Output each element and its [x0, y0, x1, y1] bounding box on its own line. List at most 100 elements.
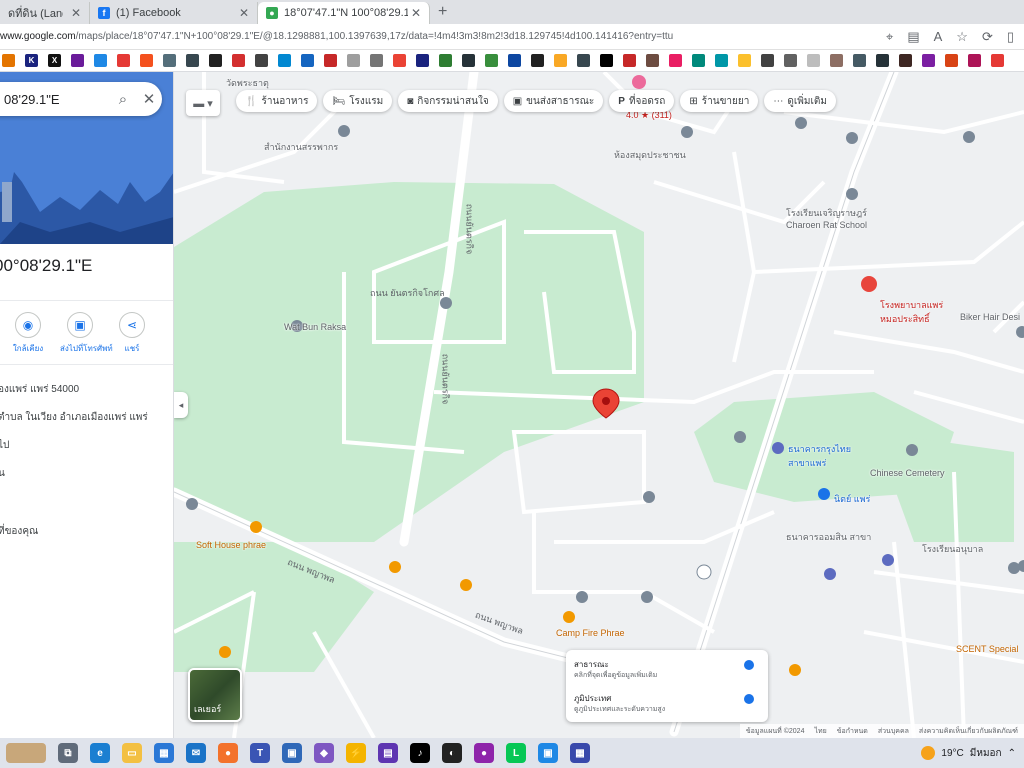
chip-transit[interactable]: ▣ ขนส่งสาธารณะ: [503, 90, 604, 112]
toggle-public[interactable]: สาธารณะ คลิกที่จุดเพื่อดูข้อมูลเพิ่มเติม: [574, 652, 760, 686]
bookmark-icon[interactable]: [922, 54, 935, 67]
search-input[interactable]: 08'29.1"E: [4, 92, 110, 107]
close-icon[interactable]: ✕: [411, 6, 421, 20]
poi-hospital[interactable]: โรงพยาบาลแพร่ หมอประสิทธิ์: [880, 298, 943, 326]
bookmark-icon[interactable]: [876, 54, 889, 67]
share-button[interactable]: ⋖ แชร์: [112, 312, 152, 355]
app-icon[interactable]: ▣: [282, 743, 302, 763]
widget-icon[interactable]: [6, 743, 46, 763]
bookmark-icon[interactable]: [301, 54, 314, 67]
info-line[interactable]: ที่ของคุณ: [0, 524, 38, 539]
read-aloud-icon[interactable]: A: [934, 29, 943, 45]
search-icon[interactable]: ⌕: [110, 91, 136, 108]
bookmark-icon[interactable]: [278, 54, 291, 67]
tiktok-icon[interactable]: ♪: [410, 743, 430, 763]
chip-restaurant[interactable]: 🍴 ร้านอาหาร: [236, 90, 318, 112]
new-tab-button[interactable]: +: [438, 2, 447, 24]
bookmark-icon[interactable]: [646, 54, 659, 67]
chevron-up-icon[interactable]: ⌃: [1008, 748, 1016, 759]
chip-pharmacy[interactable]: ⊞ ร้านขายยา: [680, 90, 759, 112]
poi-camp-fire[interactable]: Camp Fire Phrae: [556, 628, 625, 638]
toggle-indicator[interactable]: [744, 694, 754, 704]
poi-office[interactable]: สำนักงานสรรพากร: [264, 140, 338, 154]
refresh-icon[interactable]: ⟳: [982, 29, 993, 45]
poi-temple[interactable]: วัดพระธาตุ: [226, 76, 269, 90]
temperature[interactable]: 19°C: [941, 748, 963, 759]
bookmark-icon[interactable]: [830, 54, 843, 67]
poi-school-right[interactable]: โรงเรียนอนุบาล: [922, 542, 983, 556]
app-icon[interactable]: ▤: [378, 743, 398, 763]
bookmark-icon[interactable]: [945, 54, 958, 67]
send-to-phone-button[interactable]: ▣ ส่งไปที่โทรศัพท์: [60, 312, 113, 355]
search-bar[interactable]: 08'29.1"E ⌕ ✕: [0, 82, 162, 116]
bookmark-icon[interactable]: [393, 54, 406, 67]
tab-maps[interactable]: ● 18°07'47.1"N 100°08'29.1"E - Go ✕: [258, 2, 430, 24]
bookmark-icon[interactable]: [968, 54, 981, 67]
footer-feedback[interactable]: ส่งความคิดเห็นเกี่ยวกับผลิตภัณฑ์: [919, 726, 1018, 737]
bookmark-icon[interactable]: [508, 54, 521, 67]
chip-hotel[interactable]: 🛏 โรงแรม: [323, 90, 393, 112]
firefox-icon[interactable]: ●: [218, 743, 238, 763]
bookmark-icon[interactable]: [370, 54, 383, 67]
bookmark-icon[interactable]: [255, 54, 268, 67]
file-explorer-icon[interactable]: ▭: [122, 743, 142, 763]
chip-parking[interactable]: P ที่จอดรถ: [609, 90, 675, 112]
store-icon[interactable]: ▦: [154, 743, 174, 763]
info-line[interactable]: น: [0, 466, 5, 481]
bookmark-icon[interactable]: [761, 54, 774, 67]
address-bar[interactable]: www.google.com/maps/place/18°07'47.1"N+1…: [0, 24, 1024, 50]
chip-more[interactable]: ⋯ ดูเพิ่มเติม: [764, 90, 836, 112]
poi-scent[interactable]: SCENT Special: [956, 644, 1018, 654]
weather-text[interactable]: มีหมอก: [970, 746, 1002, 761]
location-line[interactable]: ตำบล ในเวียง อำเภอเมืองแพร่ แพร่: [0, 410, 148, 425]
bookmark-icon[interactable]: [439, 54, 452, 67]
bookmark-icon[interactable]: [692, 54, 705, 67]
bookmark-icon[interactable]: [117, 54, 130, 67]
toggle-indicator[interactable]: [744, 660, 754, 670]
bookmark-icon[interactable]: [899, 54, 912, 67]
bookmark-icon[interactable]: [577, 54, 590, 67]
poi-pomelo[interactable]: นิตย์ แพร่: [834, 492, 870, 506]
bookmark-icon[interactable]: [807, 54, 820, 67]
favorite-star-icon[interactable]: ☆: [956, 29, 968, 45]
info-line[interactable]: ไป: [0, 438, 9, 453]
bookmark-icon[interactable]: X: [48, 54, 61, 67]
app-icon[interactable]: ▦: [570, 743, 590, 763]
bookmark-icon[interactable]: [853, 54, 866, 67]
poi-gsb-bank[interactable]: ธนาคารออมสิน สาขา: [786, 530, 871, 544]
bookmark-icon[interactable]: [140, 54, 153, 67]
footer-privacy[interactable]: ส่วนบุคคล: [878, 726, 909, 737]
mail-icon[interactable]: ✉: [186, 743, 206, 763]
poi-soft-house[interactable]: Soft House phrae: [196, 540, 266, 550]
bookmark-icon[interactable]: [232, 54, 245, 67]
bookmark-icon[interactable]: [991, 54, 1004, 67]
poi-krungthai[interactable]: ธนาคารกรุงไทย สาขาแพร่: [788, 442, 851, 470]
bookmark-icon[interactable]: [416, 54, 429, 67]
close-icon[interactable]: ✕: [239, 6, 249, 20]
split-screen-icon[interactable]: ▯: [1007, 29, 1014, 45]
bookmark-icon[interactable]: [600, 54, 613, 67]
collapse-panel-button[interactable]: ◂: [174, 392, 188, 418]
edge-icon[interactable]: e: [90, 743, 110, 763]
reader-mode-icon[interactable]: ▤: [907, 29, 919, 45]
app-icon[interactable]: ●: [474, 743, 494, 763]
tab-facebook[interactable]: f (1) Facebook ✕: [90, 2, 258, 24]
line-icon[interactable]: L: [506, 743, 526, 763]
app-icon[interactable]: ⚡: [346, 743, 366, 763]
location-icon[interactable]: ⌖: [886, 29, 893, 45]
task-view-icon[interactable]: ⧉: [58, 743, 78, 763]
poi-library[interactable]: ห้องสมุดประชาชน: [614, 148, 686, 162]
bookmark-icon[interactable]: [462, 54, 475, 67]
app-icon[interactable]: ◐: [442, 743, 462, 763]
nearby-button[interactable]: ◉ ใกล้เคียง: [8, 312, 48, 355]
bookmark-icon[interactable]: [347, 54, 360, 67]
footer-terms[interactable]: ข้อกำหนด: [837, 726, 868, 737]
bookmark-icon[interactable]: [2, 54, 15, 67]
bookmark-icon[interactable]: [784, 54, 797, 67]
close-icon[interactable]: ✕: [71, 6, 81, 20]
bookmark-icon[interactable]: [715, 54, 728, 67]
bookmark-icon[interactable]: [738, 54, 751, 67]
teams-icon[interactable]: T: [250, 743, 270, 763]
bookmark-icon[interactable]: [94, 54, 107, 67]
close-icon[interactable]: ✕: [136, 90, 162, 108]
